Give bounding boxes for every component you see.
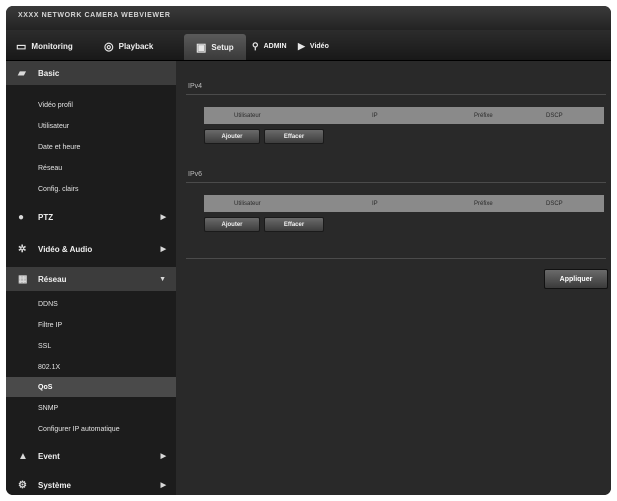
app-window: XXXX NETWORK CAMERA WEBVIEWER ▭ Monitori… — [6, 6, 611, 495]
camera-icon: ▶ — [298, 40, 305, 51]
divider — [186, 182, 606, 183]
apply-button[interactable]: Appliquer — [544, 269, 608, 289]
sidebar-item-auto-ip[interactable]: Configurer IP automatique — [6, 419, 176, 439]
sidebar-item-config[interactable]: Config. clairs — [6, 179, 176, 199]
ipv6-add-button[interactable]: Ajouter — [204, 217, 260, 232]
network-icon: ▦ — [18, 273, 28, 285]
admin-label: ADMIN — [263, 42, 287, 50]
sidebar-item-8021x[interactable]: 802.1X — [6, 357, 176, 377]
setup-tab[interactable]: ▣ Setup — [184, 34, 246, 60]
sidebar-item-network[interactable]: Réseau — [6, 158, 176, 178]
sidebar-section-event[interactable]: ▲ Event ▶ — [6, 444, 176, 468]
column-user: Utilisateur — [234, 112, 261, 119]
setup-icon: ▣ — [196, 41, 207, 54]
system-icon: ⚙ — [18, 479, 27, 491]
sidebar-section-label: Event — [38, 451, 60, 461]
video-button[interactable]: ▶ Vidéo — [298, 35, 329, 57]
sidebar-item-ddns[interactable]: DDNS — [6, 294, 176, 314]
column-prefix: Préfixe — [474, 200, 493, 207]
ipv6-delete-button[interactable]: Effacer — [264, 217, 324, 232]
playback-label: Playback — [118, 41, 154, 51]
window-title: XXXX NETWORK CAMERA WEBVIEWER — [18, 12, 171, 19]
basic-icon: ▰ — [18, 67, 26, 79]
ipv4-delete-button[interactable]: Effacer — [264, 129, 324, 144]
chevron-right-icon: ▶ — [160, 214, 166, 221]
chevron-right-icon: ▶ — [160, 246, 166, 253]
ipv4-table-header: Utilisateur IP Préfixe DSCP — [204, 107, 604, 124]
playback-icon: ◎ — [104, 40, 114, 53]
sidebar-item-snmp[interactable]: SNMP — [6, 398, 176, 418]
top-navigation: ▭ Monitoring ◎ Playback ▣ Setup ⚲ ADMIN … — [6, 30, 611, 61]
main-content: IPv4 Utilisateur IP Préfixe DSCP Ajouter… — [176, 61, 611, 495]
sidebar-section-system[interactable]: ⚙ Système ▶ — [6, 473, 176, 495]
event-icon: ▲ — [18, 450, 28, 462]
sidebar-section-label: Système — [38, 480, 71, 490]
chevron-right-icon: ▶ — [160, 482, 166, 489]
monitor-icon: ▭ — [16, 40, 27, 53]
video-label: Vidéo — [309, 42, 329, 50]
chevron-down-icon: ▼ — [159, 275, 166, 283]
sidebar-section-network[interactable]: ▦ Réseau ▼ — [6, 267, 176, 291]
user-icon: ⚲ — [252, 40, 259, 51]
sidebar-item-user[interactable]: Utilisateur — [6, 116, 176, 136]
sidebar-section-label: Vidéo & Audio — [38, 244, 93, 254]
monitoring-label: Monitoring — [31, 41, 73, 51]
divider — [186, 94, 606, 95]
column-ip: IP — [372, 200, 378, 207]
column-ip: IP — [372, 112, 378, 119]
column-prefix: Préfixe — [474, 112, 493, 119]
monitoring-tab[interactable]: ▭ Monitoring — [16, 35, 73, 57]
sidebar-item-qos[interactable]: QoS — [6, 377, 176, 397]
column-user: Utilisateur — [234, 200, 261, 207]
column-dscp: DSCP — [546, 112, 563, 119]
ipv4-title: IPv4 — [188, 83, 203, 90]
title-bar: XXXX NETWORK CAMERA WEBVIEWER — [6, 6, 611, 30]
sidebar-section-basic[interactable]: ▰ Basic — [6, 61, 176, 85]
divider — [186, 258, 606, 259]
sidebar-section-label: PTZ — [38, 212, 54, 222]
sidebar-item-ssl[interactable]: SSL — [6, 336, 176, 356]
sidebar-section-video-audio[interactable]: ✲ Vidéo & Audio ▶ — [6, 237, 176, 261]
sidebar-item-date-time[interactable]: Date et heure — [6, 137, 176, 157]
sidebar: ▰ Basic Vidéo profil Utilisateur Date et… — [6, 61, 176, 495]
sidebar-item-ip-filter[interactable]: Filtre IP — [6, 315, 176, 335]
admin-indicator: ⚲ ADMIN — [252, 35, 287, 57]
ptz-icon: ● — [18, 211, 25, 223]
chevron-right-icon: ▶ — [160, 453, 166, 460]
setup-label: Setup — [211, 42, 234, 52]
video-audio-icon: ✲ — [18, 243, 27, 255]
sidebar-section-ptz[interactable]: ● PTZ ▶ — [6, 205, 176, 229]
sidebar-section-label: Réseau — [38, 274, 67, 284]
playback-tab[interactable]: ◎ Playback — [104, 35, 153, 57]
ipv6-table-header: Utilisateur IP Préfixe DSCP — [204, 195, 604, 212]
ipv4-add-button[interactable]: Ajouter — [204, 129, 260, 144]
sidebar-item-video-profile[interactable]: Vidéo profil — [6, 95, 176, 115]
sidebar-section-label: Basic — [38, 68, 60, 78]
ipv6-title: IPv6 — [188, 171, 203, 178]
column-dscp: DSCP — [546, 200, 563, 207]
